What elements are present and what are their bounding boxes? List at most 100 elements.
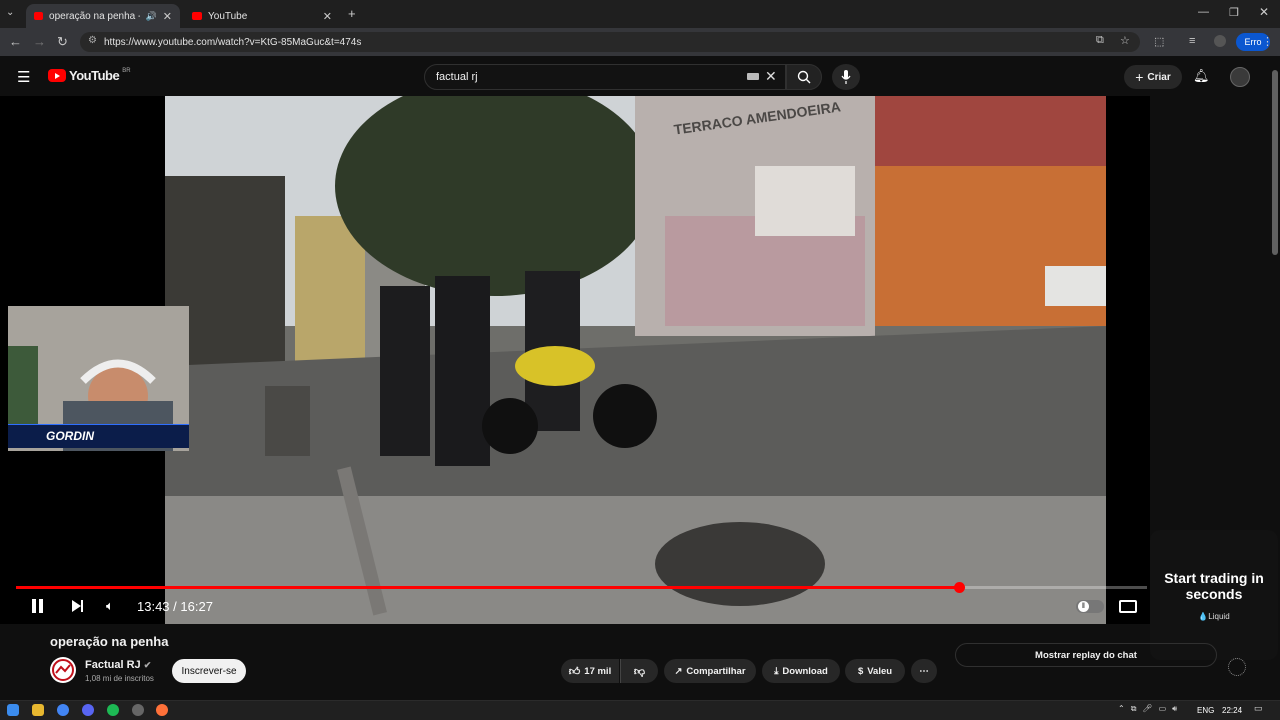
taskbar-clock[interactable]: 22:24 [1222, 706, 1242, 715]
share-label: Compartilhar [686, 665, 746, 677]
plus-icon: + [1135, 69, 1144, 85]
account-avatar[interactable] [1230, 67, 1250, 87]
tab-close-icon[interactable]: ✕ [163, 10, 172, 23]
channel-avatar[interactable] [50, 657, 76, 683]
chrome-icon[interactable] [57, 704, 69, 716]
tab-title: YouTube [208, 10, 248, 22]
video-frame[interactable]: TERRACO AMENDOEIRA [165, 96, 1106, 624]
dislike-button[interactable]: 👎︎ [620, 659, 658, 683]
street-scene-image [165, 96, 1106, 624]
create-label: Criar [1147, 71, 1171, 83]
page-scrollbar-thumb[interactable] [1272, 70, 1278, 255]
tab-audio-icon[interactable]: 🔊 [146, 11, 157, 22]
file-explorer-icon[interactable] [32, 704, 44, 716]
spotify-icon[interactable] [107, 704, 119, 716]
restore-button[interactable]: ❐ [1229, 6, 1239, 19]
total-time: 16:27 [180, 599, 213, 614]
streamer-name: GORDIN [46, 429, 94, 443]
youtube-play-icon [48, 69, 66, 82]
more-icon: ⋯ [919, 665, 929, 677]
autoplay-toggle[interactable]: ‖ [1076, 600, 1104, 613]
ad-banner[interactable]: Start trading in seconds 💧Liquid [1150, 530, 1278, 660]
keyboard-icon[interactable] [747, 73, 759, 80]
youtube-favicon-icon [192, 12, 202, 20]
subscriber-count: 1,08 mi de inscritos [85, 674, 154, 683]
channel-name[interactable]: Factual RJ ✔ [85, 659, 151, 671]
clear-search-icon[interactable]: ✕ [765, 68, 777, 85]
download-label: Download [782, 665, 828, 677]
thanks-label: Valeu [867, 665, 893, 677]
notifications-bell-icon[interactable]: 🔔︎ [1193, 68, 1210, 84]
hamburger-menu-icon[interactable]: ☰ [17, 68, 30, 86]
close-window-button[interactable]: ✕ [1259, 5, 1269, 19]
profile-avatar[interactable] [1214, 35, 1226, 47]
site-info-icon[interactable]: ⚙ [88, 35, 97, 46]
tab-search-icon[interactable]: ⌄ [6, 7, 14, 18]
share-icon: ↗ [674, 665, 683, 677]
super-thanks-icon: $ [857, 665, 864, 677]
discord-icon[interactable] [82, 704, 94, 716]
minimize-button[interactable]: — [1198, 6, 1209, 18]
youtube-favicon-icon [34, 12, 44, 20]
progress-scrubber[interactable] [954, 582, 965, 593]
youtube-logo[interactable]: YouTube BR [48, 68, 131, 83]
video-title: operação na penha [50, 634, 169, 649]
tab-operacao[interactable]: operação na penha - YouTu 🔊 ✕ [26, 4, 180, 28]
voice-search-button[interactable] [832, 64, 860, 90]
reload-button[interactable]: ↻ [57, 34, 68, 50]
autoplay-pause-icon: ‖ [1078, 601, 1089, 612]
like-button[interactable]: 👍︎ 17 mil [561, 659, 619, 683]
obs-icon[interactable] [132, 704, 144, 716]
download-icon: ⤓ [774, 665, 779, 677]
subscribe-button[interactable]: Inscrever-se [172, 659, 246, 683]
channel-logo-icon [52, 659, 74, 681]
name-banner: GORDIN [8, 424, 189, 448]
tab-title: operação na penha - YouTu [49, 10, 140, 22]
language-indicator[interactable]: ENG [1197, 706, 1214, 715]
tab-close-icon[interactable]: ✕ [323, 10, 332, 23]
ad-headline: Start trading in seconds [1164, 569, 1264, 602]
current-time: 13:43 [137, 599, 170, 614]
microphone-icon [841, 70, 851, 84]
search-text: factual rj [436, 71, 478, 83]
search-button[interactable] [786, 64, 822, 90]
region-code: BR [122, 67, 131, 74]
ad-logo-icon [1228, 658, 1246, 676]
more-actions-button[interactable]: ⋯ [911, 659, 937, 683]
windows-start-icon[interactable] [7, 704, 19, 716]
create-button[interactable]: + Criar [1124, 65, 1182, 89]
back-button[interactable]: ← [9, 34, 22, 49]
pause-button[interactable] [32, 599, 46, 613]
windows-taskbar [0, 700, 1280, 720]
media-control-icon[interactable]: ≡ [1189, 35, 1195, 47]
download-button[interactable]: ⤓ Download [762, 659, 840, 683]
search-input[interactable]: factual rj ✕ [424, 64, 786, 90]
progress-played [16, 586, 959, 589]
chat-replay-button[interactable]: Mostrar replay do chat [955, 643, 1217, 667]
install-app-icon[interactable]: ⧉ [1096, 34, 1104, 47]
extensions-icon[interactable]: ⬚ [1154, 35, 1164, 48]
url-field[interactable]: ⚙ https://www.youtube.com/watch?v=KtG-85… [80, 32, 1140, 52]
browser-menu-icon[interactable]: ⋮ [1262, 35, 1273, 48]
notification-center-icon[interactable]: ▭ [1254, 703, 1263, 714]
chat-replay-label: Mostrar replay do chat [1035, 649, 1137, 661]
firefox-icon[interactable] [156, 704, 168, 716]
time-display: 13:43 / 16:27 [137, 599, 213, 614]
forward-button[interactable]: → [33, 34, 46, 49]
thanks-button[interactable]: $ Valeu [845, 659, 905, 683]
tab-youtube[interactable]: YouTube ✕ [184, 4, 340, 28]
subscribe-label: Inscrever-se [181, 665, 237, 677]
next-button[interactable] [72, 600, 83, 612]
thumbs-down-icon: 👎︎ [633, 665, 646, 678]
share-button[interactable]: ↗ Compartilhar [664, 659, 756, 683]
new-tab-button[interactable]: + [348, 6, 356, 21]
system-tray-icons[interactable]: ⌃⧉🎤︎▭🔊︎ [1118, 704, 1183, 714]
url-text: https://www.youtube.com/watch?v=KtG-85Ma… [104, 36, 362, 48]
search-icon [797, 70, 811, 84]
next-icon [72, 600, 81, 612]
browser-tab-strip: ⌄ operação na penha - YouTu 🔊 ✕ YouTube … [0, 0, 1280, 28]
bookmark-star-icon[interactable]: ☆ [1120, 34, 1130, 47]
subtitles-icon[interactable] [1119, 600, 1137, 613]
streamer-webcam: GORDIN [8, 306, 189, 451]
volume-icon[interactable]: 🔈︎ [106, 598, 114, 614]
